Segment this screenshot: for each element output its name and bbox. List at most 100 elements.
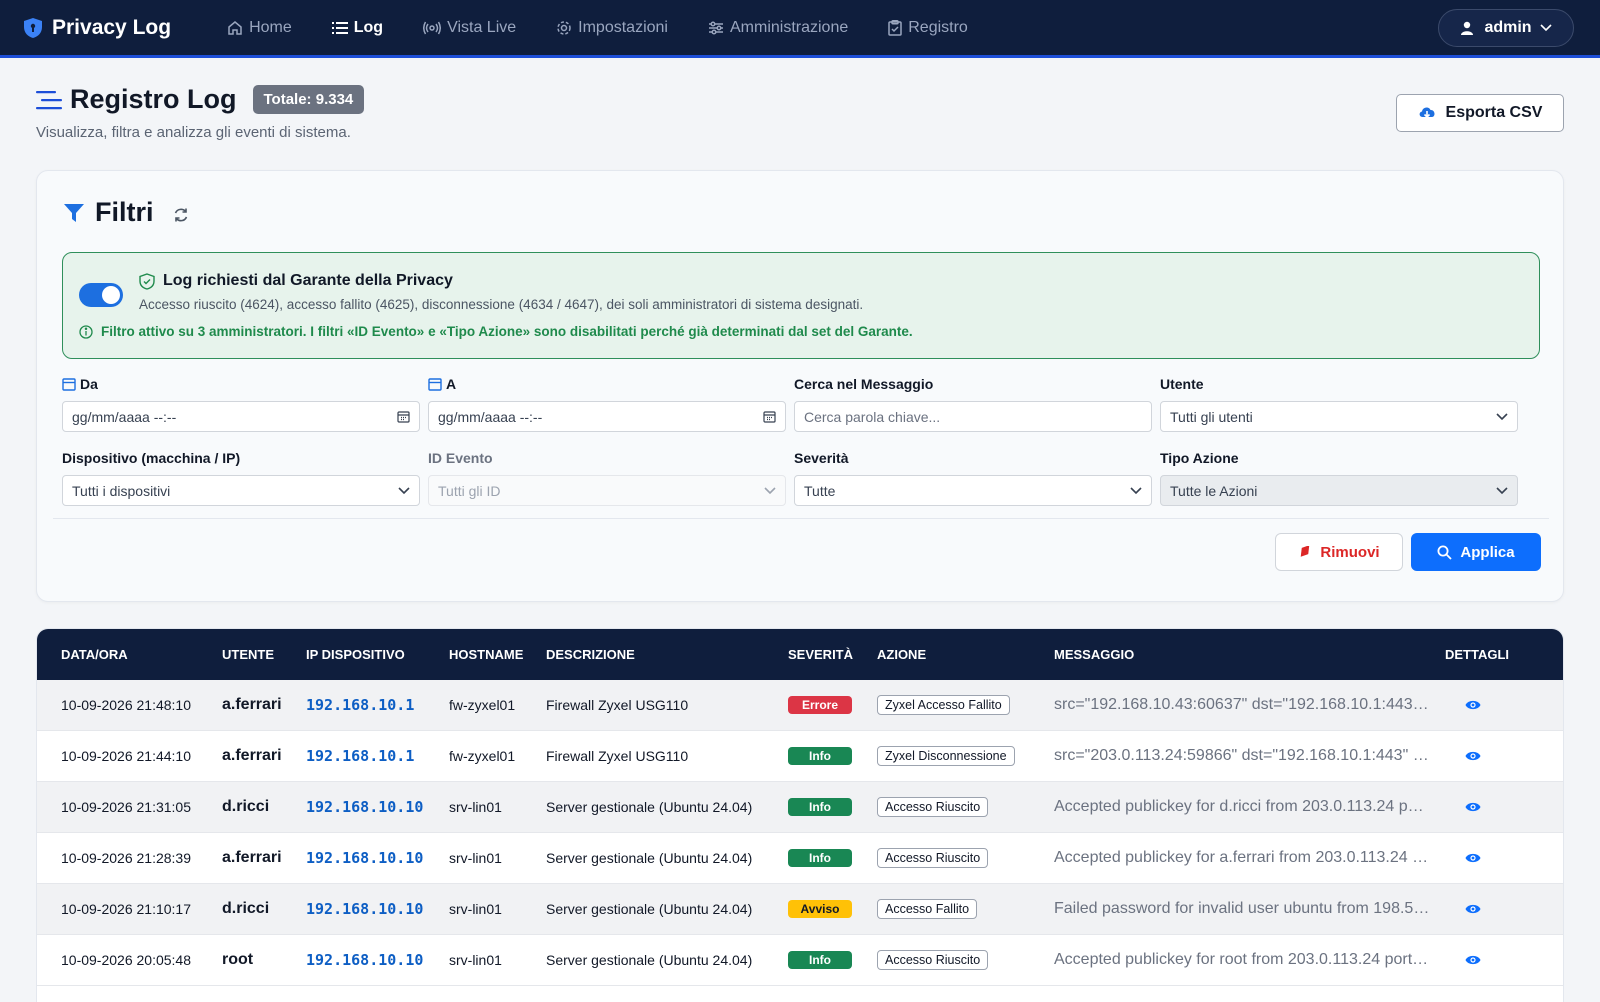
- calendar-picker-icon[interactable]: [397, 410, 410, 423]
- remove-label: Rimuovi: [1320, 543, 1380, 561]
- utente-select[interactable]: Tutti gli utenti: [1160, 401, 1518, 432]
- cell-ip[interactable]: 192.168.10.1: [306, 680, 414, 730]
- chevron-down-icon: [1496, 412, 1508, 420]
- nav-item-home[interactable]: Home: [227, 19, 292, 37]
- label-da-text: Da: [80, 376, 98, 392]
- eye-icon[interactable]: [1465, 852, 1481, 864]
- shield-icon: [24, 17, 42, 38]
- funnel-icon: [64, 203, 84, 222]
- header-msg[interactable]: MESSAGGIO: [1054, 629, 1432, 680]
- severity-badge: Info: [788, 951, 852, 969]
- page-subtitle: Visualizza, filtra e analizza gli eventi…: [36, 124, 351, 141]
- table-row[interactable]: 10-09-2026 21:28:39 a.ferrari 192.168.10…: [37, 833, 1563, 884]
- action-badge: Accesso Riuscito: [877, 797, 989, 817]
- cell-ip[interactable]: 192.168.10.10: [306, 833, 423, 883]
- cell-message: src="203.0.113.24:59866" dst="192.168.10…: [1054, 747, 1432, 764]
- table-row[interactable]: 10-09-2026 21:31:05 d.ricci 192.168.10.1…: [37, 782, 1563, 833]
- table-header: DATA/ORA UTENTE IP DISPOSITIVO HOSTNAME …: [37, 629, 1563, 680]
- table-row[interactable]: 10-09-2026 20:05:48 root 192.168.10.10 s…: [37, 935, 1563, 986]
- cell-severity: Info: [788, 935, 852, 985]
- severita-select[interactable]: Tutte: [794, 475, 1152, 506]
- cell-message: Failed password for invalid user ubuntu …: [1054, 900, 1432, 917]
- header-user[interactable]: UTENTE: [222, 629, 274, 680]
- filter-title: Filtri: [95, 197, 154, 227]
- cell-ip[interactable]: 192.168.10.10: [306, 782, 423, 832]
- header-ip[interactable]: IP DISPOSITIVO: [306, 629, 405, 680]
- table-row[interactable]: 10-09-2026 21:44:10 a.ferrari 192.168.10…: [37, 731, 1563, 782]
- cell-date: 10-09-2026 21:10:17: [61, 901, 191, 917]
- filter-card: Filtri Log richiesti dal Garante della P…: [36, 170, 1564, 602]
- header-sev[interactable]: SEVERITÀ: [788, 629, 853, 680]
- cell-details: [1465, 731, 1481, 781]
- search-input[interactable]: Cerca parola chiave...: [794, 401, 1152, 432]
- table-row[interactable]: 10-09-2026 21:48:10 a.ferrari 192.168.10…: [37, 680, 1563, 731]
- cell-user: a.ferrari: [222, 696, 282, 713]
- field-id-evento: ID Evento Tutti gli ID: [428, 449, 786, 506]
- label-severita: Severità: [794, 450, 849, 466]
- export-csv-button[interactable]: Esporta CSV: [1396, 94, 1564, 132]
- cell-desc: Server gestionale (Ubuntu 24.04): [546, 952, 753, 968]
- garante-toggle[interactable]: [79, 283, 123, 307]
- severita-value: Tutte: [804, 482, 836, 499]
- user-name: admin: [1484, 19, 1532, 36]
- eye-icon[interactable]: [1465, 750, 1481, 762]
- shield-check-icon: [139, 272, 155, 290]
- calendar-icon: [428, 378, 442, 391]
- label-da: Da: [62, 375, 420, 393]
- cell-message: Accepted publickey for root from 203.0.1…: [1054, 951, 1432, 968]
- cloud-download-icon: [1419, 107, 1435, 119]
- header-desc[interactable]: DESCRIZIONE: [546, 629, 635, 680]
- nav-item-registro[interactable]: Registro: [888, 19, 968, 37]
- header-date[interactable]: DATA/ORA: [61, 629, 128, 680]
- chevron-down-icon: [1496, 486, 1508, 494]
- calendar-picker-icon[interactable]: [763, 410, 776, 423]
- cell-desc: Server gestionale (Ubuntu 24.04): [546, 901, 753, 917]
- cell-details: [1465, 935, 1481, 985]
- cell-ip[interactable]: 192.168.10.10: [306, 884, 423, 934]
- utente-value: Tutti gli utenti: [1170, 408, 1253, 425]
- broadcast-icon: [423, 21, 442, 34]
- eye-icon[interactable]: [1465, 801, 1481, 813]
- cell-host: fw-zyxel01: [449, 697, 516, 713]
- action-badge: Accesso Riuscito: [877, 950, 989, 970]
- eye-icon[interactable]: [1465, 699, 1481, 711]
- eye-icon[interactable]: [1465, 954, 1481, 966]
- nav-item-vista-live[interactable]: Vista Live: [423, 19, 516, 37]
- cell-host: srv-lin01: [449, 901, 502, 917]
- nav-item-amministrazione[interactable]: Amministrazione: [708, 19, 848, 37]
- nav-item-log[interactable]: Log: [331, 19, 383, 37]
- list-icon: [331, 21, 348, 34]
- header-act[interactable]: AZIONE: [877, 629, 926, 680]
- eye-icon[interactable]: [1465, 903, 1481, 915]
- a-input[interactable]: gg/mm/aaaa --:--: [428, 401, 786, 432]
- apply-label: Applica: [1460, 543, 1515, 561]
- brand[interactable]: Privacy Log: [24, 16, 171, 40]
- field-a: A gg/mm/aaaa --:--: [428, 375, 786, 432]
- action-badge: Zyxel Disconnessione: [877, 746, 1015, 766]
- da-input[interactable]: gg/mm/aaaa --:--: [62, 401, 420, 432]
- cell-action: Accesso Riuscito: [877, 782, 989, 832]
- refresh-icon[interactable]: [172, 206, 190, 224]
- cell-ip[interactable]: 192.168.10.1: [306, 731, 414, 781]
- field-tipo-azione: Tipo Azione Tutte le Azioni: [1160, 449, 1518, 506]
- field-dispositivo: Dispositivo (macchina / IP) Tutti i disp…: [62, 449, 420, 506]
- action-badge: Accesso Riuscito: [877, 848, 989, 868]
- remove-filters-button[interactable]: Rimuovi: [1275, 533, 1403, 571]
- cell-details: [1465, 680, 1481, 730]
- cell-user: d.ricci: [222, 798, 270, 815]
- cell-severity: Avviso: [788, 884, 852, 934]
- cell-action: Accesso Riuscito: [877, 935, 989, 985]
- user-menu-button[interactable]: admin: [1438, 9, 1574, 47]
- table-row[interactable]: 10-09-2026 21:10:17 d.ricci 192.168.10.1…: [37, 884, 1563, 935]
- nav-label: Amministrazione: [729, 18, 849, 36]
- tipo-azione-select: Tutte le Azioni: [1160, 475, 1518, 506]
- cell-details: [1465, 884, 1481, 934]
- garante-box: Log richiesti dal Garante della Privacy …: [62, 252, 1540, 359]
- nav-item-impostazioni[interactable]: Impostazioni: [556, 19, 668, 37]
- header-host[interactable]: HOSTNAME: [449, 629, 523, 680]
- dispositivo-select[interactable]: Tutti i dispositivi: [62, 475, 420, 506]
- dispositivo-value: Tutti i dispositivi: [72, 482, 171, 499]
- field-severita: Severità Tutte: [794, 449, 1152, 506]
- cell-ip[interactable]: 192.168.10.10: [306, 935, 423, 985]
- apply-filters-button[interactable]: Applica: [1411, 533, 1541, 571]
